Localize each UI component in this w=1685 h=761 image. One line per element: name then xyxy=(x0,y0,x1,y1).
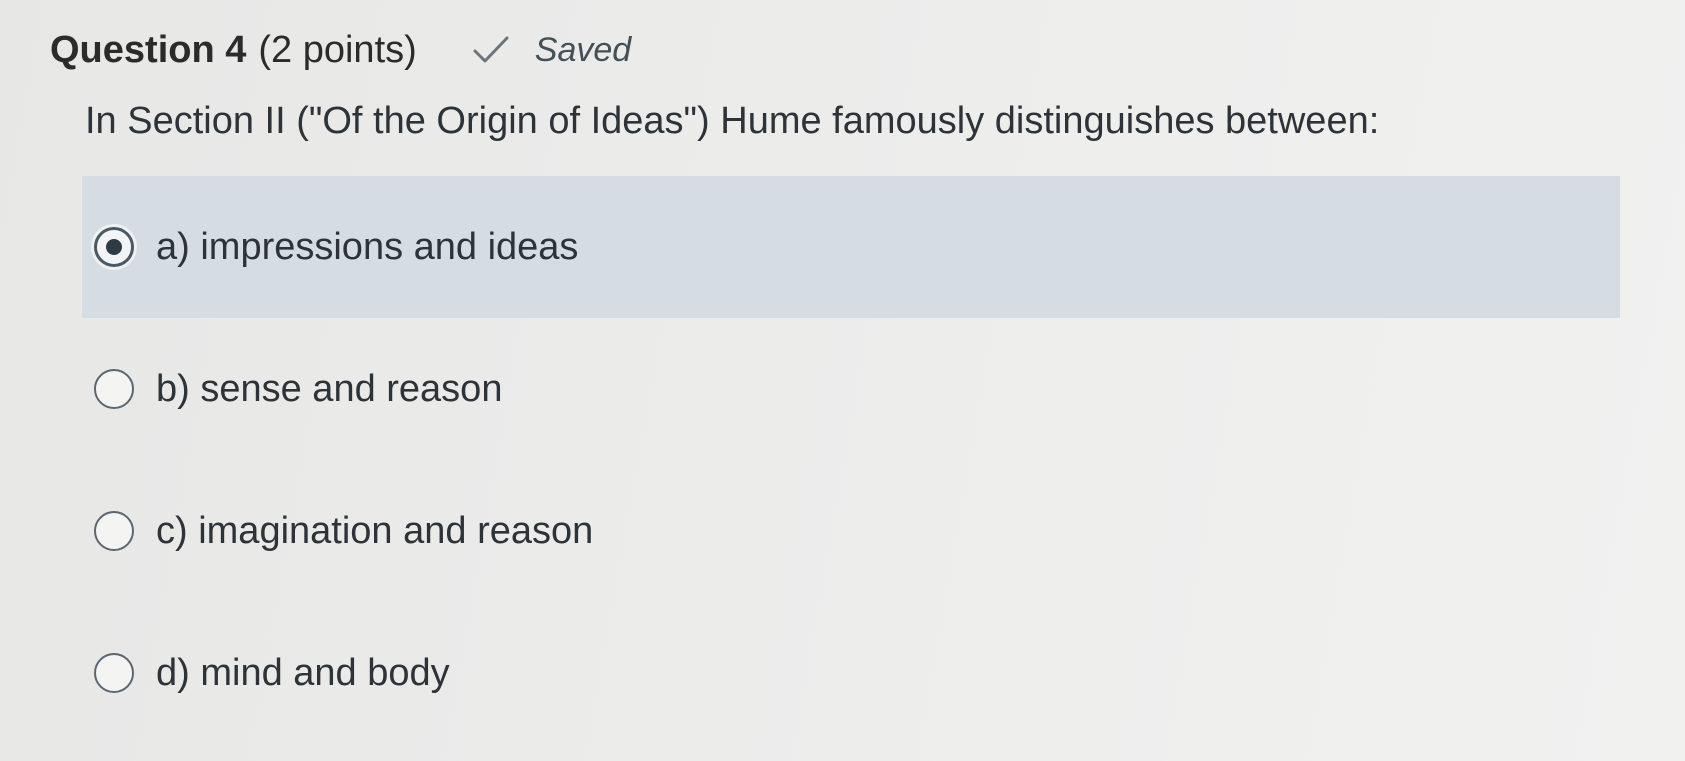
question-prompt: In Section II ("Of the Origin of Ideas")… xyxy=(85,100,1380,142)
radio-button-a[interactable] xyxy=(94,227,134,267)
answer-option-c[interactable]: c) imagination and reason xyxy=(82,460,1620,602)
quiz-page: Question 4 (2 points) Saved In Section I… xyxy=(0,0,1685,761)
answer-list: a) impressions and ideas b) sense and re… xyxy=(82,176,1620,744)
radio-button-b[interactable] xyxy=(94,369,134,409)
radio-button-c[interactable] xyxy=(94,511,134,551)
answer-label-c: c) imagination and reason xyxy=(156,509,594,552)
answer-option-d[interactable]: d) mind and body xyxy=(82,602,1620,744)
answer-label-b: b) sense and reason xyxy=(156,367,503,410)
answer-label-d: d) mind and body xyxy=(156,651,450,694)
radio-button-d[interactable] xyxy=(94,653,134,693)
saved-status-text: Saved xyxy=(534,30,632,69)
question-header: Question 4 (2 points) Saved xyxy=(50,22,631,78)
question-points: (2 points) xyxy=(258,28,417,71)
answer-label-a: a) impressions and ideas xyxy=(156,225,579,268)
question-title: Question 4 xyxy=(50,28,247,71)
check-icon xyxy=(469,30,513,70)
answer-option-b[interactable]: b) sense and reason xyxy=(82,318,1620,460)
answer-option-a[interactable]: a) impressions and ideas xyxy=(82,176,1620,318)
saved-status: Saved xyxy=(469,30,631,70)
